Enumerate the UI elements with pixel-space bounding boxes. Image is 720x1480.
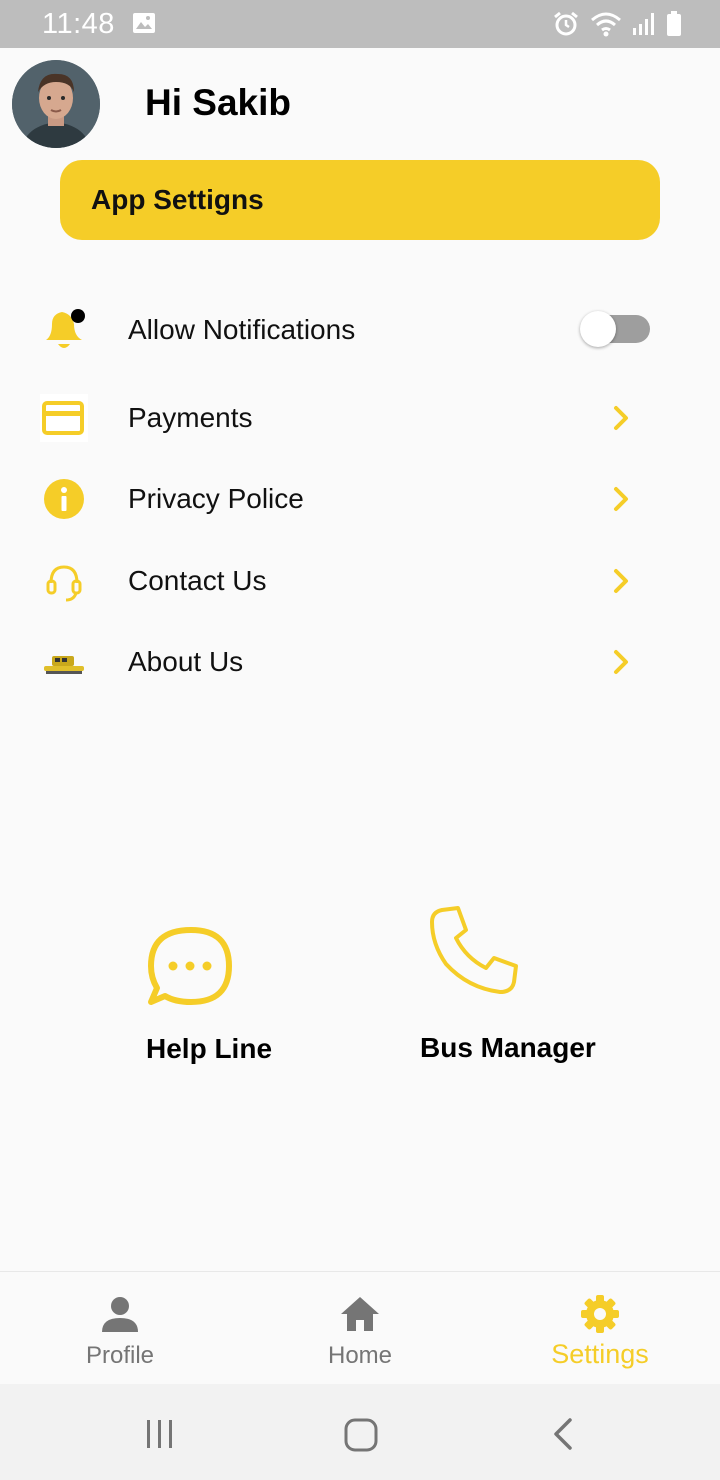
battery-icon (666, 11, 682, 42)
wifi-icon (590, 10, 622, 43)
menu-item-notifications: Allow Notifications (0, 295, 720, 365)
help-line-button[interactable] (145, 922, 235, 1012)
chevron-right-icon (610, 566, 632, 596)
nav-item-profile[interactable]: Profile (0, 1272, 240, 1385)
privacy-label: Privacy Police (128, 483, 304, 514)
greeting-title: Hi Sakib (145, 82, 291, 123)
notifications-label: Allow Notifications (128, 314, 356, 345)
chat-bubble-icon (145, 927, 235, 1016)
info-icon (38, 473, 90, 525)
status-bar: 11:48 (0, 0, 720, 48)
back-icon[interactable] (550, 1417, 576, 1456)
payments-label: Payments (128, 402, 253, 433)
home-button-icon[interactable] (343, 1417, 379, 1458)
phone-icon (428, 906, 520, 1000)
bus-manager-label[interactable]: Bus Manager (420, 1032, 596, 1064)
bus-manager-button[interactable] (428, 904, 520, 996)
bottom-navigation: Profile Home Settings (0, 1271, 720, 1384)
menu-item-payments[interactable]: Payments (0, 383, 720, 453)
nav-label-profile: Profile (85, 1342, 155, 1369)
gear-icon (580, 1294, 620, 1334)
chevron-right-icon (610, 484, 632, 514)
headset-icon (38, 555, 90, 607)
alarm-icon (552, 10, 580, 43)
system-navigation-bar (0, 1384, 720, 1480)
status-time: 11:48 (42, 8, 115, 40)
bell-icon (38, 304, 90, 356)
avatar[interactable] (12, 60, 100, 148)
menu-item-about[interactable]: About Us (0, 627, 720, 697)
notifications-toggle[interactable] (580, 311, 652, 347)
chevron-right-icon (610, 403, 632, 433)
gallery-notification-icon (132, 12, 156, 39)
recent-apps-icon[interactable] (144, 1418, 176, 1455)
nav-item-settings[interactable]: Settings (480, 1272, 720, 1385)
contact-label: Contact Us (128, 565, 267, 596)
chevron-right-icon (610, 647, 632, 677)
nav-label-home: Home (327, 1342, 393, 1369)
about-label: About Us (128, 646, 244, 677)
nav-label-settings: Settings (551, 1339, 649, 1369)
home-icon (340, 1294, 380, 1334)
menu-item-contact[interactable]: Contact Us (0, 546, 720, 616)
app-settings-banner: App Settigns (60, 160, 660, 240)
signal-icon (632, 12, 656, 41)
bus-logo-icon (38, 636, 90, 688)
credit-card-icon (38, 392, 90, 444)
person-icon (100, 1294, 140, 1334)
toggle-knob (580, 311, 616, 347)
nav-item-home[interactable]: Home (240, 1272, 480, 1385)
banner-title: App Settigns (91, 184, 264, 215)
help-line-label[interactable]: Help Line (146, 1033, 272, 1065)
menu-item-privacy[interactable]: Privacy Police (0, 464, 720, 534)
